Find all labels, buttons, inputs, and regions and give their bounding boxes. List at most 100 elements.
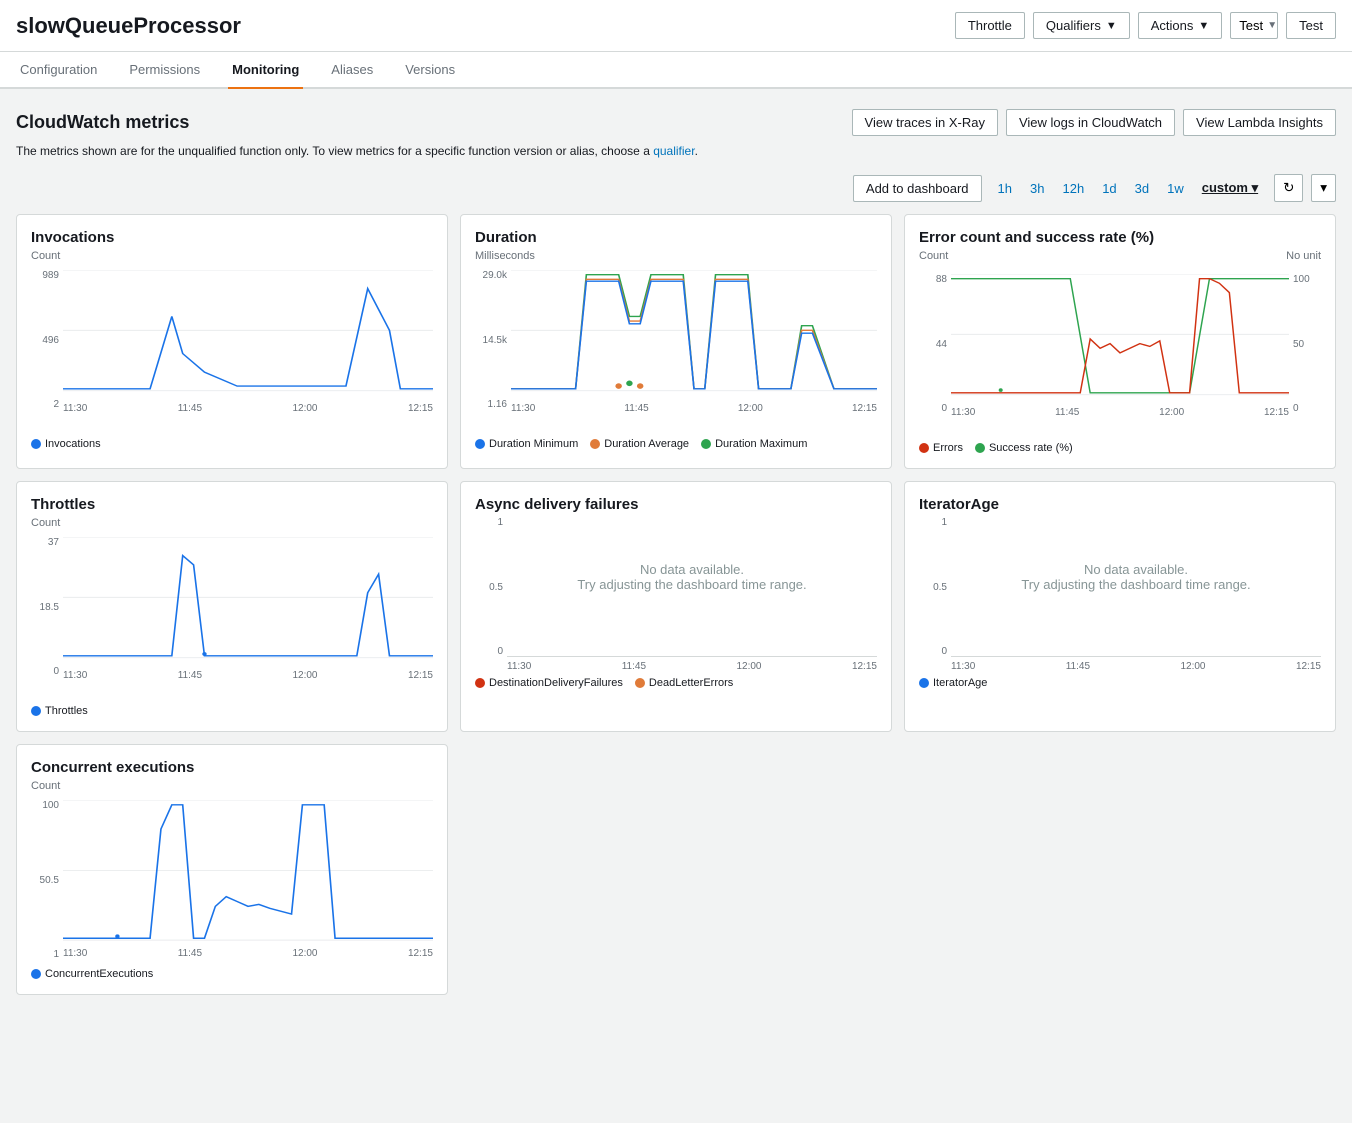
err-yr2: 50 [1293, 339, 1321, 350]
time-3h[interactable]: 3h [1022, 176, 1052, 200]
test-select[interactable]: Test [1231, 13, 1287, 38]
legend-dur-min: Duration Minimum [475, 438, 578, 450]
metrics-grid-row1: Invocations Count 989 496 2 [16, 214, 1336, 469]
time-12h[interactable]: 12h [1054, 176, 1092, 200]
thr-y2: 18.5 [31, 602, 59, 613]
time-1w[interactable]: 1w [1159, 176, 1192, 200]
inv-x3: 12:00 [292, 403, 317, 414]
legend-dead-letter: DeadLetterErrors [635, 677, 733, 689]
invocations-unit: Count [31, 250, 433, 262]
info-text: The metrics shown are for the unqualifie… [16, 144, 1336, 158]
view-traces-button[interactable]: View traces in X-Ray [852, 109, 998, 136]
thr-y1: 37 [31, 537, 59, 548]
qualifier-link[interactable]: qualifier [653, 144, 694, 158]
throttle-button[interactable]: Throttle [955, 12, 1025, 39]
qualifiers-button[interactable]: Qualifiers ▼ [1033, 12, 1130, 39]
test-button[interactable]: Test [1286, 12, 1336, 39]
metrics-grid-row3: Concurrent executions Count 100 50.5 1 [16, 744, 1336, 995]
time-range-buttons: 1h 3h 12h 1d 3d 1w custom ▾ [990, 176, 1267, 200]
async-no-data: No data available. Try adjusting the das… [507, 517, 877, 637]
conc-y3: 1 [31, 949, 59, 960]
duration-title: Duration [475, 229, 877, 246]
refresh-dropdown-button[interactable]: ▾ [1311, 174, 1336, 202]
dur-x2: 11:45 [624, 403, 648, 414]
duration-chart: 29.0k 14.5k 1.16 [475, 270, 877, 430]
invocations-dot [31, 439, 41, 449]
async-y2: 0.5 [475, 582, 503, 593]
legend-invocations: Invocations [31, 438, 101, 450]
dur-x3: 12:00 [738, 403, 763, 414]
tab-aliases[interactable]: Aliases [327, 52, 377, 89]
dead-letter-label: DeadLetterErrors [649, 677, 733, 689]
iter-x2: 11:45 [1066, 661, 1090, 672]
legend-dur-max: Duration Maximum [701, 438, 807, 450]
dur-y3: 1.16 [475, 399, 507, 410]
view-logs-button[interactable]: View logs in CloudWatch [1006, 109, 1175, 136]
top-actions: Throttle Qualifiers ▼ Actions ▼ Test ▼ T… [955, 12, 1336, 39]
success-rate-label: Success rate (%) [989, 442, 1073, 454]
async-failures-card: Async delivery failures 1 0.5 0 No data … [460, 481, 892, 732]
iter-x1: 11:30 [951, 661, 975, 672]
legend-success-rate: Success rate (%) [975, 442, 1073, 454]
err-x3: 12:00 [1159, 407, 1184, 418]
section-actions: View traces in X-Ray View logs in CloudW… [852, 109, 1336, 136]
time-custom[interactable]: custom ▾ [1194, 176, 1266, 200]
actions-button[interactable]: Actions ▼ [1138, 12, 1223, 39]
inv-y2: 496 [31, 335, 59, 346]
async-failures-title: Async delivery failures [475, 496, 877, 513]
async-x1: 11:30 [507, 661, 531, 672]
tab-configuration[interactable]: Configuration [16, 52, 101, 89]
conc-x4: 12:15 [408, 948, 433, 959]
async-y3: 0 [475, 646, 503, 657]
invocations-title: Invocations [31, 229, 433, 246]
legend-dur-avg: Duration Average [590, 438, 689, 450]
dur-min-label: Duration Minimum [489, 438, 578, 450]
test-select-wrapper: Test ▼ [1230, 12, 1278, 39]
err-y3: 0 [919, 403, 947, 414]
iter-no-data-line2: Try adjusting the dashboard time range. [1021, 577, 1250, 592]
errors-label: Errors [933, 442, 963, 454]
refresh-button[interactable]: ↻ [1274, 174, 1303, 202]
tab-permissions[interactable]: Permissions [125, 52, 204, 89]
view-insights-button[interactable]: View Lambda Insights [1183, 109, 1336, 136]
err-x2: 11:45 [1055, 407, 1079, 418]
iterator-age-dot [919, 678, 929, 688]
invocations-legend: Invocations [31, 438, 433, 450]
thr-x1: 11:30 [63, 670, 87, 681]
dur-min-dot [475, 439, 485, 449]
metrics-toolbar: Add to dashboard 1h 3h 12h 1d 3d 1w cust… [16, 174, 1336, 202]
error-rate-legend: Errors Success rate (%) [919, 442, 1321, 454]
concurrent-chart: 100 50.5 1 [31, 800, 433, 960]
throttles-title: Throttles [31, 496, 433, 513]
legend-concurrent: ConcurrentExecutions [31, 968, 153, 980]
conc-x1: 11:30 [63, 948, 87, 959]
error-unit-left: Count [919, 250, 948, 262]
inv-x1: 11:30 [63, 403, 87, 414]
inv-y1: 989 [31, 270, 59, 281]
tab-monitoring[interactable]: Monitoring [228, 52, 303, 89]
time-1h[interactable]: 1h [990, 176, 1020, 200]
err-yr3: 0 [1293, 403, 1321, 414]
iterator-no-data: No data available. Try adjusting the das… [951, 517, 1321, 637]
legend-errors: Errors [919, 442, 963, 454]
concurrent-dot [31, 969, 41, 979]
cloudwatch-title: CloudWatch metrics [16, 112, 189, 133]
err-x1: 11:30 [951, 407, 975, 418]
error-rate-card: Error count and success rate (%) Count N… [904, 214, 1336, 469]
iterator-age-card: IteratorAge 1 0.5 0 No data available. T… [904, 481, 1336, 732]
conc-x3: 12:00 [292, 948, 317, 959]
throttles-chart: 37 18.5 0 1 [31, 537, 433, 697]
dest-failures-label: DestinationDeliveryFailures [489, 677, 623, 689]
dur-y2: 14.5k [475, 335, 507, 346]
inv-y3: 2 [31, 399, 59, 410]
time-1d[interactable]: 1d [1094, 176, 1124, 200]
time-3d[interactable]: 3d [1127, 176, 1157, 200]
tab-versions[interactable]: Versions [401, 52, 459, 89]
async-no-data-line1: No data available. [640, 562, 744, 577]
conc-y2: 50.5 [31, 875, 59, 886]
dur-avg-label: Duration Average [604, 438, 689, 450]
iter-y3: 0 [919, 646, 947, 657]
dest-failures-dot [475, 678, 485, 688]
add-dashboard-button[interactable]: Add to dashboard [853, 175, 982, 202]
refresh-icon: ↻ [1283, 180, 1294, 196]
